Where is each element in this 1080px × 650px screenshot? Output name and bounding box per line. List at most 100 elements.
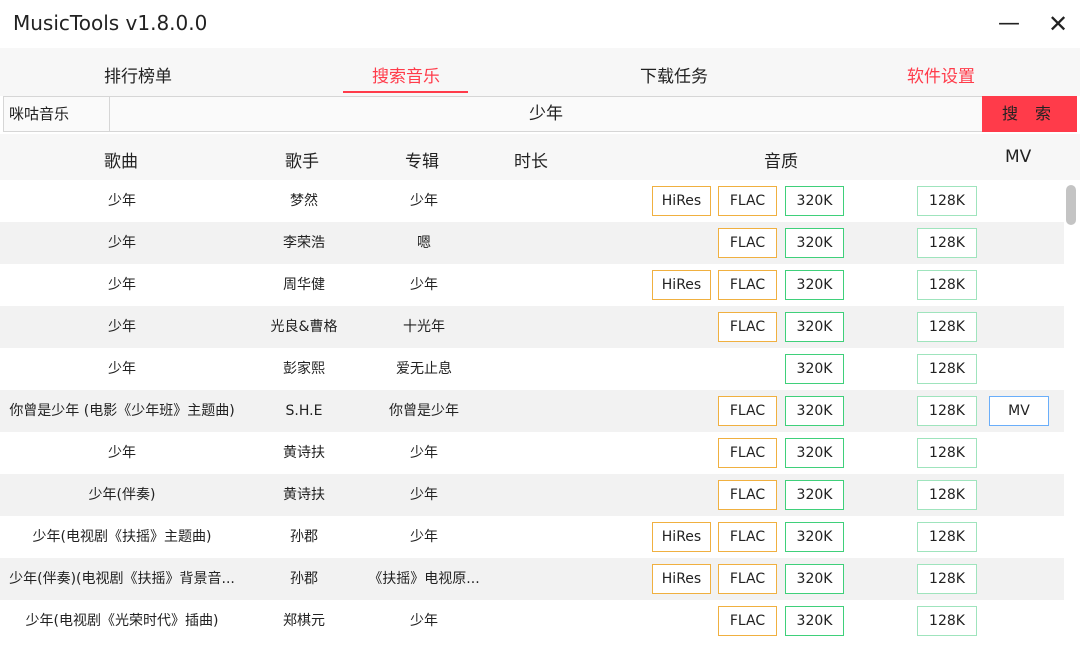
128k-download-button[interactable]: 128K [917, 228, 977, 258]
singer-name: 孙郡 [290, 529, 318, 545]
flac-download-button[interactable]: FLAC [718, 606, 777, 636]
album-name: 少年 [410, 613, 438, 629]
table-row[interactable]: 少年(电视剧《扶摇》主题曲) 孙郡 少年 HiRes FLAC 320K 128… [0, 516, 1064, 558]
album-name: 少年 [410, 445, 438, 461]
table-row[interactable]: 少年(伴奏) 黄诗扶 少年 FLAC 320K 128K [0, 474, 1064, 516]
app-title: MusicTools v1.8.0.0 [13, 11, 208, 35]
320k-download-button[interactable]: 320K [785, 186, 844, 216]
singer-name: S.H.E [285, 403, 323, 419]
320k-download-button[interactable]: 320K [785, 354, 844, 384]
song-title: 少年(电视剧《扶摇》主题曲) [32, 529, 212, 545]
singer-name: 梦然 [290, 193, 318, 209]
song-title: 你曾是少年 (电影《少年班》主题曲) [9, 403, 235, 419]
hires-download-button[interactable]: HiRes [652, 270, 711, 300]
tab-download-tasks[interactable]: 下载任务 [604, 62, 744, 87]
song-title: 少年(伴奏) [88, 487, 156, 503]
search-button[interactable]: 搜 索 [982, 96, 1077, 132]
column-header-duration: 时长 [514, 152, 548, 172]
album-name: 《扶摇》电视原... [368, 571, 480, 587]
flac-download-button[interactable]: FLAC [718, 438, 777, 468]
128k-download-button[interactable]: 128K [917, 438, 977, 468]
128k-download-button[interactable]: 128K [917, 480, 977, 510]
128k-download-button[interactable]: 128K [917, 564, 977, 594]
table-row[interactable]: 少年 周华健 少年 HiRes FLAC 320K 128K [0, 264, 1064, 306]
128k-download-button[interactable]: 128K [917, 312, 977, 342]
results-list: 少年 梦然 少年 HiRes FLAC 320K 128K 少年 李荣浩 嗯 F… [0, 180, 1064, 650]
title-bar: MusicTools v1.8.0.0 — ✕ [0, 0, 1080, 48]
flac-download-button[interactable]: FLAC [718, 522, 777, 552]
tab-settings[interactable]: 软件设置 [871, 62, 1011, 87]
column-header-quality: 音质 [764, 152, 798, 172]
album-name: 你曾是少年 [389, 403, 459, 419]
flac-download-button[interactable]: FLAC [718, 270, 777, 300]
album-name: 少年 [410, 277, 438, 293]
tab-search-music[interactable]: 搜索音乐 [336, 62, 476, 87]
flac-download-button[interactable]: FLAC [718, 228, 777, 258]
tab-bar: 排行榜单 搜索音乐 下载任务 软件设置 [0, 48, 1080, 96]
hires-download-button[interactable]: HiRes [652, 564, 711, 594]
320k-download-button[interactable]: 320K [785, 228, 844, 258]
search-input[interactable]: 少年 [111, 97, 981, 131]
320k-download-button[interactable]: 320K [785, 438, 844, 468]
active-tab-indicator [343, 91, 468, 93]
320k-download-button[interactable]: 320K [785, 270, 844, 300]
column-header-mv: MV [1005, 147, 1032, 167]
table-row[interactable]: 你曾是少年 (电影《少年班》主题曲) S.H.E 你曾是少年 FLAC 320K… [0, 390, 1064, 432]
128k-download-button[interactable]: 128K [917, 270, 977, 300]
320k-download-button[interactable]: 320K [785, 564, 844, 594]
singer-name: 光良&曹格 [270, 319, 338, 335]
flac-download-button[interactable]: FLAC [718, 564, 777, 594]
column-header-album: 专辑 [405, 152, 439, 172]
128k-download-button[interactable]: 128K [917, 606, 977, 636]
scrollbar-track[interactable] [1064, 180, 1080, 650]
table-row[interactable]: 少年 彭家熙 爱无止息 320K 128K [0, 348, 1064, 390]
album-name: 少年 [410, 193, 438, 209]
song-title: 少年 [108, 361, 136, 377]
320k-download-button[interactable]: 320K [785, 396, 844, 426]
singer-name: 孙郡 [290, 571, 318, 587]
flac-download-button[interactable]: FLAC [718, 312, 777, 342]
320k-download-button[interactable]: 320K [785, 606, 844, 636]
320k-download-button[interactable]: 320K [785, 312, 844, 342]
album-name: 十光年 [403, 319, 445, 335]
singer-name: 周华健 [283, 277, 325, 293]
table-row[interactable]: 少年(电视剧《光荣时代》插曲) 郑棋元 少年 FLAC 320K 128K [0, 600, 1064, 642]
album-name: 嗯 [417, 235, 431, 251]
singer-name: 黄诗扶 [283, 445, 325, 461]
table-row[interactable]: 少年(伴奏)(电视剧《扶摇》背景音... 孙郡 《扶摇》电视原... HiRes… [0, 558, 1064, 600]
128k-download-button[interactable]: 128K [917, 186, 977, 216]
singer-name: 黄诗扶 [283, 487, 325, 503]
column-header-song: 歌曲 [104, 152, 138, 172]
song-title: 少年 [108, 277, 136, 293]
320k-download-button[interactable]: 320K [785, 480, 844, 510]
tab-charts[interactable]: 排行榜单 [68, 62, 208, 87]
singer-name: 郑棋元 [283, 613, 325, 629]
singer-name: 李荣浩 [283, 235, 325, 251]
scrollbar-thumb[interactable] [1066, 185, 1076, 225]
album-name: 爱无止息 [396, 361, 452, 377]
128k-download-button[interactable]: 128K [917, 396, 977, 426]
column-header-singer: 歌手 [285, 152, 319, 172]
flac-download-button[interactable]: FLAC [718, 186, 777, 216]
minimize-icon[interactable]: — [997, 11, 1021, 37]
source-selector[interactable]: 咪咕音乐 [4, 97, 110, 131]
song-title: 少年 [108, 235, 136, 251]
album-name: 少年 [410, 529, 438, 545]
flac-download-button[interactable]: FLAC [718, 396, 777, 426]
hires-download-button[interactable]: HiRes [652, 186, 711, 216]
close-icon[interactable]: ✕ [1046, 11, 1070, 37]
search-bar: 咪咕音乐 少年 搜 索 [3, 96, 1077, 132]
song-title: 少年(电视剧《光荣时代》插曲) [25, 613, 219, 629]
song-title: 少年 [108, 319, 136, 335]
hires-download-button[interactable]: HiRes [652, 522, 711, 552]
table-row[interactable]: 少年 梦然 少年 HiRes FLAC 320K 128K [0, 180, 1064, 222]
album-name: 少年 [410, 487, 438, 503]
table-row[interactable]: 少年 光良&曹格 十光年 FLAC 320K 128K [0, 306, 1064, 348]
320k-download-button[interactable]: 320K [785, 522, 844, 552]
128k-download-button[interactable]: 128K [917, 354, 977, 384]
mv-button[interactable]: MV [989, 396, 1049, 426]
flac-download-button[interactable]: FLAC [718, 480, 777, 510]
128k-download-button[interactable]: 128K [917, 522, 977, 552]
table-row[interactable]: 少年 李荣浩 嗯 FLAC 320K 128K [0, 222, 1064, 264]
table-row[interactable]: 少年 黄诗扶 少年 FLAC 320K 128K [0, 432, 1064, 474]
